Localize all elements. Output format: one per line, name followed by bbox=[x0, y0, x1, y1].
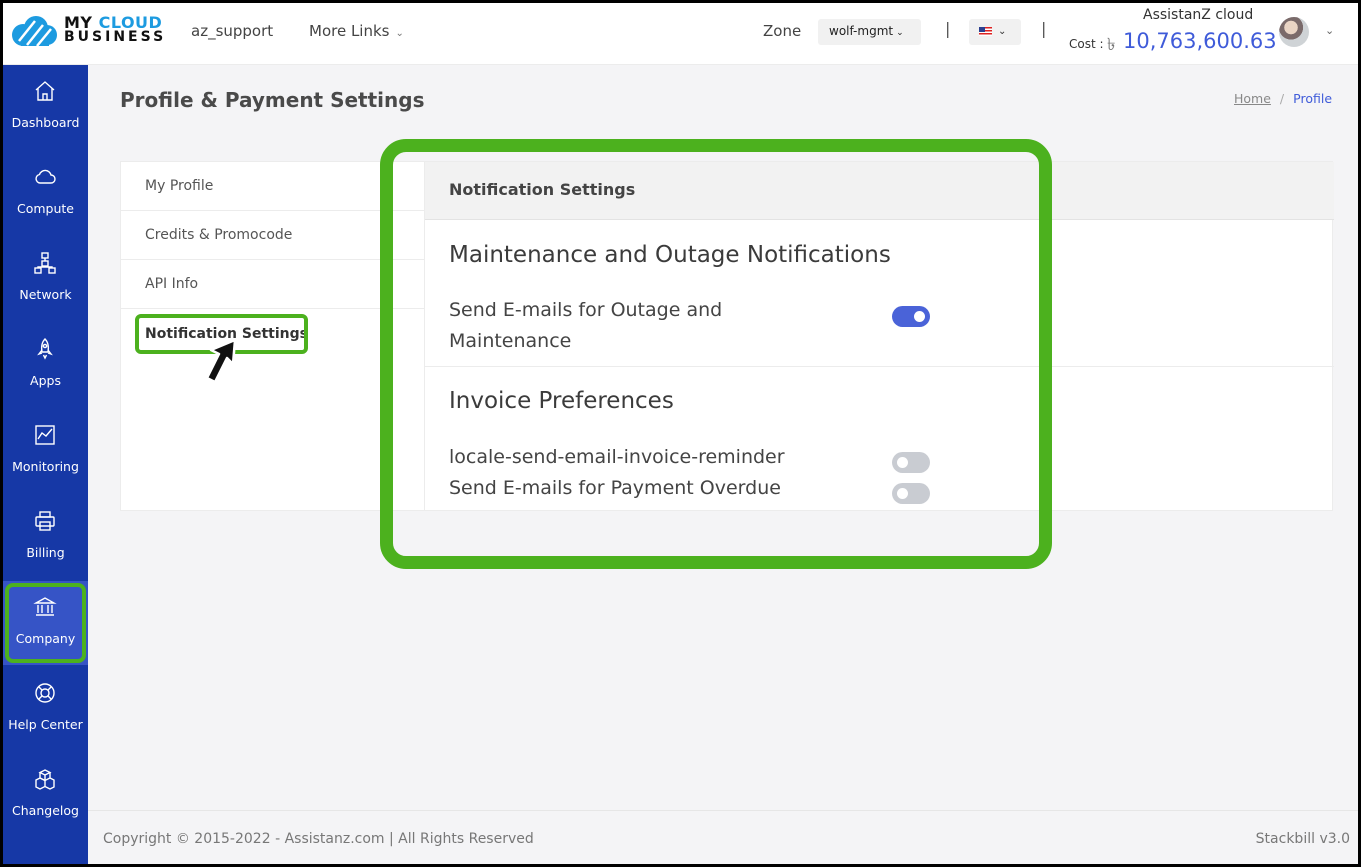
cloud-logo-icon bbox=[12, 16, 57, 47]
sidebar-item-label: Network bbox=[19, 287, 72, 302]
breadcrumb: Home / Profile bbox=[1234, 91, 1332, 106]
sidebar: Dashboard Compute Network Apps Monitorin… bbox=[3, 65, 88, 864]
copyright-text: Copyright © 2015-2022 - Assistanz.com | … bbox=[103, 831, 534, 847]
sidebar-item-changelog[interactable]: Changelog bbox=[3, 753, 88, 837]
cost-value: 10,763,600.63 bbox=[1123, 29, 1277, 53]
lifebuoy-icon bbox=[35, 683, 55, 703]
breadcrumb-home-link[interactable]: Home bbox=[1234, 91, 1271, 106]
cost-label: Cost : bbox=[1069, 37, 1104, 51]
cloud-icon bbox=[35, 169, 56, 184]
sidebar-item-label: Monitoring bbox=[12, 459, 79, 474]
home-icon bbox=[35, 81, 55, 101]
sidebar-item-label: Changelog bbox=[12, 803, 79, 818]
menu-item-api-info[interactable]: API Info bbox=[121, 260, 424, 309]
cubes-icon bbox=[35, 769, 55, 790]
sidebar-item-monitoring[interactable]: Monitoring bbox=[3, 409, 88, 493]
chevron-down-icon: ⌄ bbox=[896, 28, 904, 38]
sidebar-item-label: Compute bbox=[16, 201, 74, 216]
menu-item-credits-promocode[interactable]: Credits & Promocode bbox=[121, 211, 424, 260]
chart-icon bbox=[35, 425, 55, 445]
network-icon bbox=[34, 252, 56, 274]
page-title: Profile & Payment Settings bbox=[120, 88, 425, 112]
menu-item-my-profile[interactable]: My Profile bbox=[121, 162, 424, 211]
app-window: MY CLOUD BUSINESS az_support More Links ⌄… bbox=[3, 3, 1358, 864]
sidebar-item-network[interactable]: Network bbox=[3, 237, 88, 321]
separator: | bbox=[945, 19, 951, 38]
highlight-box bbox=[380, 139, 1052, 569]
currency-symbol: ৳ bbox=[1107, 35, 1116, 55]
us-flag-icon bbox=[979, 26, 992, 36]
avatar[interactable] bbox=[1279, 17, 1309, 47]
sidebar-item-label: Apps bbox=[30, 373, 61, 388]
brand-logo[interactable]: MY CLOUD BUSINESS bbox=[9, 15, 163, 49]
sidebar-item-apps[interactable]: Apps bbox=[3, 323, 88, 407]
top-navbar: MY CLOUD BUSINESS az_support More Links ⌄… bbox=[3, 3, 1358, 65]
rocket-icon bbox=[37, 338, 53, 360]
account-name: AssistanZ cloud bbox=[1143, 7, 1254, 23]
sidebar-item-label: Dashboard bbox=[11, 115, 80, 130]
highlight-box bbox=[5, 583, 86, 663]
chevron-down-icon: ⌄ bbox=[395, 28, 404, 39]
mouse-pointer-icon bbox=[205, 338, 237, 384]
version-text: Stackbill v3.0 bbox=[1255, 831, 1350, 847]
user-menu-link[interactable]: az_support bbox=[191, 22, 273, 40]
breadcrumb-current: Profile bbox=[1293, 91, 1333, 106]
sidebar-item-label: Help Center bbox=[8, 717, 83, 732]
zone-label: Zone bbox=[763, 22, 802, 40]
sidebar-item-help-center[interactable]: Help Center bbox=[3, 667, 88, 751]
zone-select[interactable]: wolf-mgmt ⌄ bbox=[818, 19, 921, 45]
sidebar-item-billing[interactable]: Billing bbox=[3, 495, 88, 579]
more-links-dropdown[interactable]: More Links ⌄ bbox=[309, 22, 404, 40]
chevron-down-icon: ⌄ bbox=[998, 26, 1007, 37]
more-links-label: More Links bbox=[309, 22, 390, 40]
chevron-down-icon[interactable]: ⌄ bbox=[1325, 24, 1334, 37]
separator: | bbox=[1041, 19, 1047, 38]
breadcrumb-separator: / bbox=[1279, 91, 1285, 106]
logo-text-business: BUSINESS bbox=[64, 29, 167, 45]
sidebar-item-company[interactable]: Company bbox=[3, 581, 88, 665]
sidebar-item-compute[interactable]: Compute bbox=[3, 151, 88, 235]
language-select[interactable]: ⌄ bbox=[969, 19, 1021, 45]
sidebar-item-label: Billing bbox=[26, 545, 65, 560]
footer: Copyright © 2015-2022 - Assistanz.com | … bbox=[88, 810, 1358, 864]
printer-icon bbox=[35, 511, 55, 531]
zone-value: wolf-mgmt bbox=[829, 24, 894, 38]
sidebar-item-dashboard[interactable]: Dashboard bbox=[3, 65, 88, 149]
